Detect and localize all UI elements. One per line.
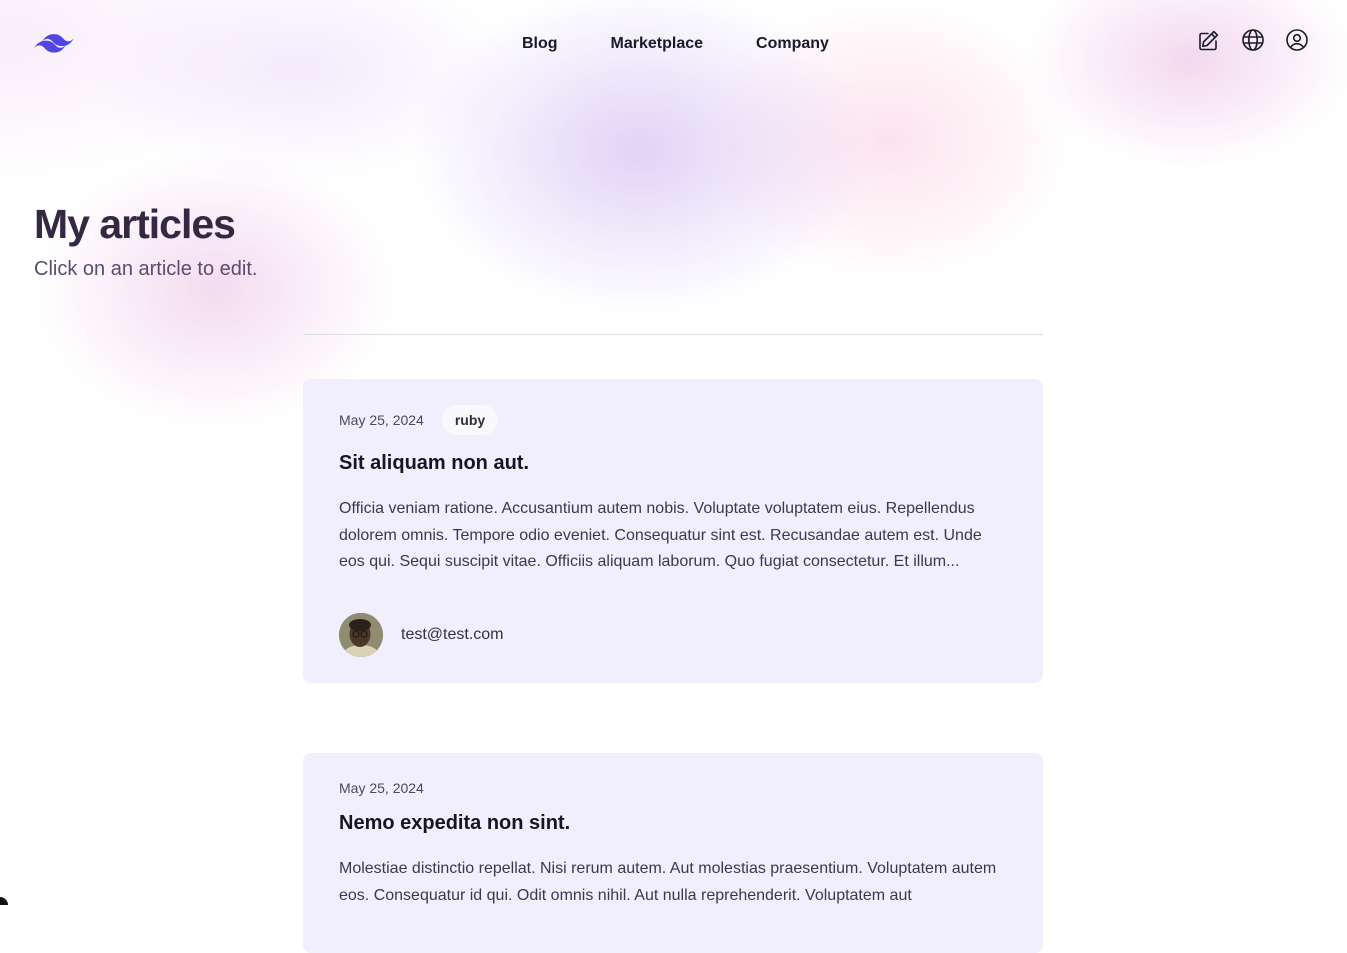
article-tag[interactable]: ruby xyxy=(441,405,499,435)
author-email: test@test.com xyxy=(401,625,504,643)
article-meta: May 25, 2024 xyxy=(339,773,1007,803)
main-nav: Blog Marketplace Company xyxy=(522,33,829,54)
page-title: My articles xyxy=(34,201,236,247)
divider xyxy=(303,334,1043,335)
nav-blog[interactable]: Blog xyxy=(522,33,558,54)
article-title[interactable]: Sit aliquam non aut. xyxy=(339,450,1007,476)
article-excerpt: Molestiae distinctio repellat. Nisi reru… xyxy=(339,860,997,904)
page-header: My articles Click on an article to edit. xyxy=(34,200,257,281)
avatar xyxy=(339,612,383,657)
article-date: May 25, 2024 xyxy=(339,412,424,428)
article-card[interactable]: May 25, 2024 Nemo expedita non sint. Mol… xyxy=(303,753,1043,953)
user-circle-icon[interactable] xyxy=(1285,28,1309,52)
article-excerpt: Officia veniam ratione. Accusantium aute… xyxy=(339,500,982,570)
tailwind-logo-icon[interactable] xyxy=(34,30,76,57)
article-author: test@test.com xyxy=(339,612,1007,657)
window-corner xyxy=(0,897,8,905)
article-meta: May 25, 2024 ruby xyxy=(339,405,1007,435)
edit-icon[interactable] xyxy=(1197,28,1221,52)
header-actions xyxy=(1197,28,1309,52)
globe-icon[interactable] xyxy=(1241,28,1265,52)
nav-company[interactable]: Company xyxy=(756,33,829,54)
article-date: May 25, 2024 xyxy=(339,780,424,796)
nav-marketplace[interactable]: Marketplace xyxy=(611,33,704,54)
article-title[interactable]: Nemo expedita non sint. xyxy=(339,810,1007,836)
article-card[interactable]: May 25, 2024 ruby Sit aliquam non aut. O… xyxy=(303,379,1043,683)
site-header: Blog Marketplace Company xyxy=(0,0,1347,86)
page-subtitle: Click on an article to edit. xyxy=(34,258,258,280)
